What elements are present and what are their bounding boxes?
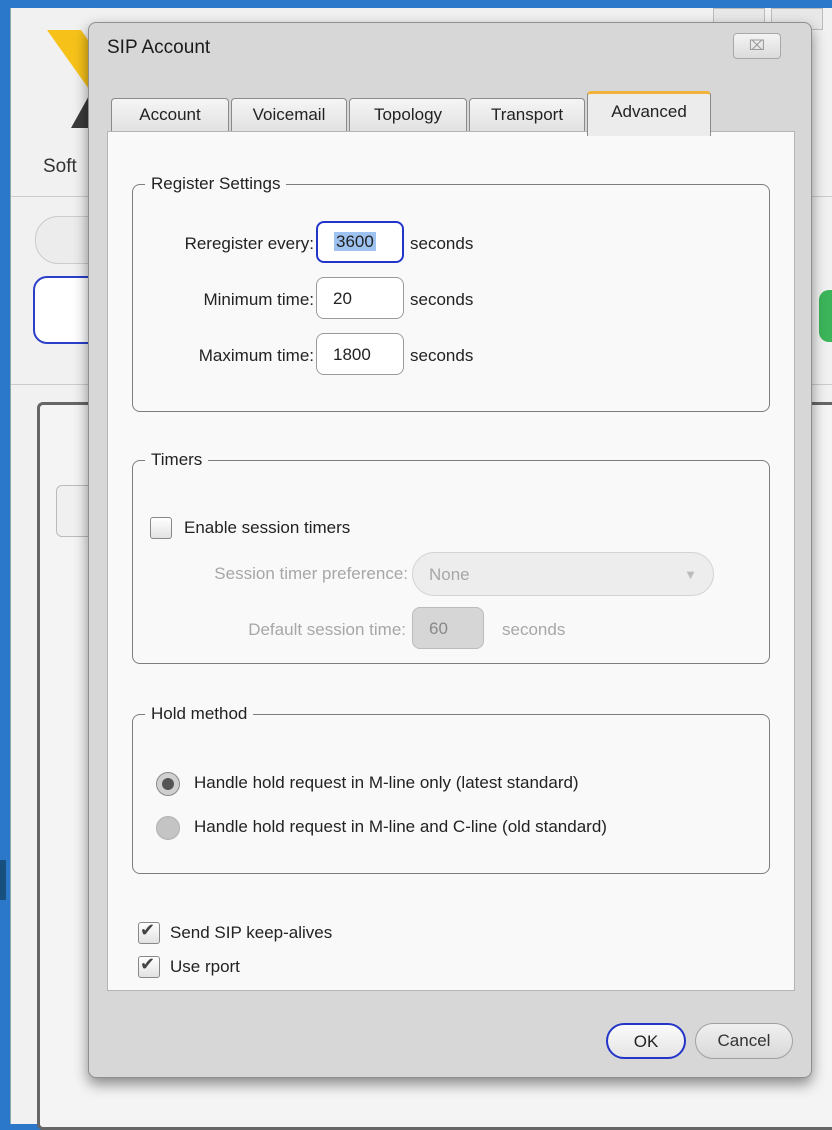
tab-transport[interactable]: Transport: [469, 98, 585, 132]
session-timer-preference-value: None: [429, 565, 470, 584]
session-timer-preference-select[interactable]: None ▼: [412, 552, 714, 596]
default-session-time-label: Default session time:: [248, 620, 406, 639]
default-session-time-input[interactable]: 60: [412, 607, 484, 649]
default-session-time-unit: seconds: [502, 620, 566, 639]
tab-advanced[interactable]: Advanced: [587, 91, 711, 136]
minimum-time-unit: seconds: [410, 290, 474, 309]
hold-mline-radio[interactable]: [156, 772, 180, 796]
use-rport-label: Use rport: [170, 957, 240, 976]
close-icon: ⌧: [748, 38, 766, 54]
hold-method-legend: Hold method: [151, 704, 248, 723]
advanced-tab-content: Register Settings Reregister every: 3600…: [107, 131, 795, 991]
enable-session-timers-label: Enable session timers: [184, 518, 351, 537]
desktop-edge: [0, 860, 6, 900]
maximum-time-unit: seconds: [410, 346, 474, 365]
hold-cline-radio[interactable]: [156, 816, 180, 840]
timers-legend: Timers: [151, 450, 203, 469]
background-call-button[interactable]: [819, 290, 832, 342]
hold-mline-label: Handle hold request in M-line only (late…: [194, 773, 579, 792]
send-sip-keepalives-label: Send SIP keep-alives: [170, 923, 333, 942]
chevron-down-icon: ▼: [684, 567, 697, 582]
reregister-label: Reregister every:: [184, 234, 314, 253]
tab-account[interactable]: Account: [111, 98, 229, 132]
dialog-title: SIP Account: [107, 37, 211, 58]
session-timer-preference-label: Session timer preference:: [214, 564, 408, 583]
minimum-time-label: Minimum time:: [203, 290, 314, 309]
reregister-unit: seconds: [410, 234, 474, 253]
reregister-input[interactable]: 3600: [316, 221, 404, 263]
enable-session-timers-checkbox[interactable]: [150, 517, 172, 539]
maximum-time-input[interactable]: 1800: [316, 333, 404, 375]
maximum-time-label: Maximum time:: [198, 346, 314, 365]
sip-account-dialog: SIP Account ⌧ Account Voicemail Topology…: [88, 22, 812, 1078]
send-sip-keepalives-checkbox[interactable]: [138, 920, 160, 944]
minimum-time-input[interactable]: 20: [316, 277, 404, 319]
reregister-value: 3600: [334, 232, 376, 251]
tab-topology[interactable]: Topology: [349, 98, 467, 132]
tab-voicemail[interactable]: Voicemail: [231, 98, 347, 132]
ok-button[interactable]: OK: [606, 1023, 686, 1059]
cancel-button[interactable]: Cancel: [695, 1023, 793, 1059]
dialog-close-button[interactable]: ⌧: [733, 33, 781, 59]
background-app-label: Soft: [43, 156, 77, 177]
use-rport-checkbox[interactable]: [138, 954, 160, 978]
register-settings-legend: Register Settings: [151, 174, 281, 193]
hold-cline-label: Handle hold request in M-line and C-line…: [194, 817, 607, 836]
